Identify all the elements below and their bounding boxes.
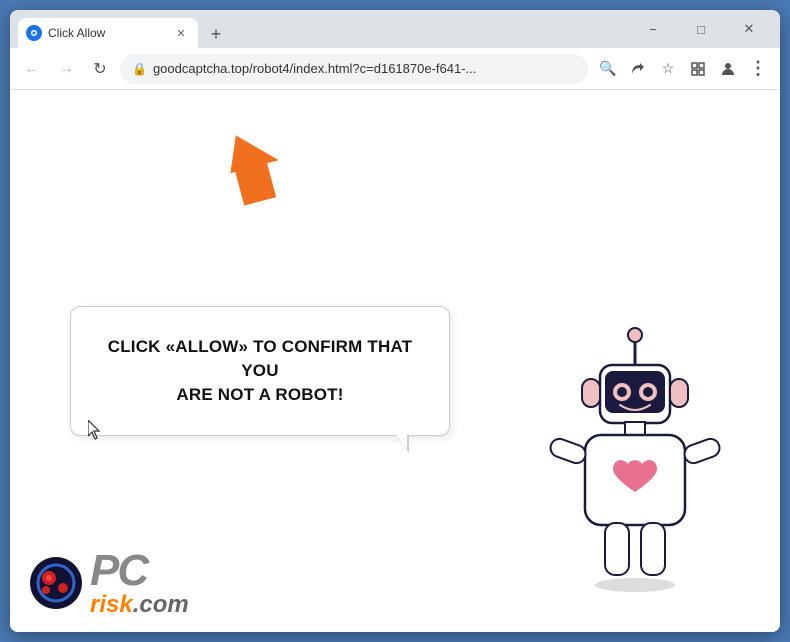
browser-window: Click Allow ✕ + − □ ✕ ← → ↻ 🔒 goodcaptch… <box>10 10 780 632</box>
search-icon-button[interactable]: 🔍 <box>594 55 622 83</box>
bubble-line1: CLICK «ALLOW» TO CONFIRM THAT YOU <box>108 337 413 380</box>
active-tab[interactable]: Click Allow ✕ <box>18 18 198 48</box>
url-actions: 🔍 ☆ ⋮ <box>594 55 772 83</box>
tab-area: Click Allow ✕ + <box>18 10 626 48</box>
bookmark-button[interactable]: ☆ <box>654 55 682 83</box>
address-bar: ← → ↻ 🔒 goodcaptcha.top/robot4/index.htm… <box>10 48 780 90</box>
bubble-line2: ARE NOT A ROBOT! <box>176 385 343 404</box>
back-button[interactable]: ← <box>18 55 46 83</box>
maximize-button[interactable]: □ <box>678 13 724 45</box>
lock-icon: 🔒 <box>132 62 147 76</box>
new-tab-button[interactable]: + <box>202 20 230 48</box>
forward-button[interactable]: → <box>52 55 80 83</box>
profile-button[interactable] <box>714 55 742 83</box>
minimize-button[interactable]: − <box>630 13 676 45</box>
risk-label: risk <box>90 591 133 618</box>
robot-illustration <box>540 327 730 607</box>
pcrisk-icon <box>30 557 82 609</box>
close-button[interactable]: ✕ <box>726 13 772 45</box>
url-bar[interactable]: 🔒 goodcaptcha.top/robot4/index.html?c=d1… <box>120 54 588 84</box>
pc-label: PC <box>90 549 189 593</box>
menu-button[interactable]: ⋮ <box>744 55 772 83</box>
url-text: goodcaptcha.top/robot4/index.html?c=d161… <box>153 61 576 76</box>
refresh-button[interactable]: ↻ <box>86 55 114 83</box>
page-content: CLICK «ALLOW» TO CONFIRM THAT YOU ARE NO… <box>10 90 780 632</box>
tab-favicon <box>26 25 42 41</box>
extensions-button[interactable] <box>684 55 712 83</box>
robot-container <box>540 327 730 612</box>
pcrisk-text: PC risk.com <box>90 549 189 617</box>
pcrisk-logo: PC risk.com <box>30 549 189 617</box>
speech-bubble: CLICK «ALLOW» TO CONFIRM THAT YOU ARE NO… <box>70 306 450 435</box>
com-label: .com <box>133 591 189 618</box>
title-bar: Click Allow ✕ + − □ ✕ <box>10 10 780 48</box>
tab-close-button[interactable]: ✕ <box>172 24 190 42</box>
tab-title: Click Allow <box>48 26 166 40</box>
risk-com-label: risk.com <box>90 593 189 617</box>
window-controls: − □ ✕ <box>630 13 772 45</box>
share-button[interactable] <box>624 55 652 83</box>
bubble-text: CLICK «ALLOW» TO CONFIRM THAT YOU ARE NO… <box>103 335 417 406</box>
